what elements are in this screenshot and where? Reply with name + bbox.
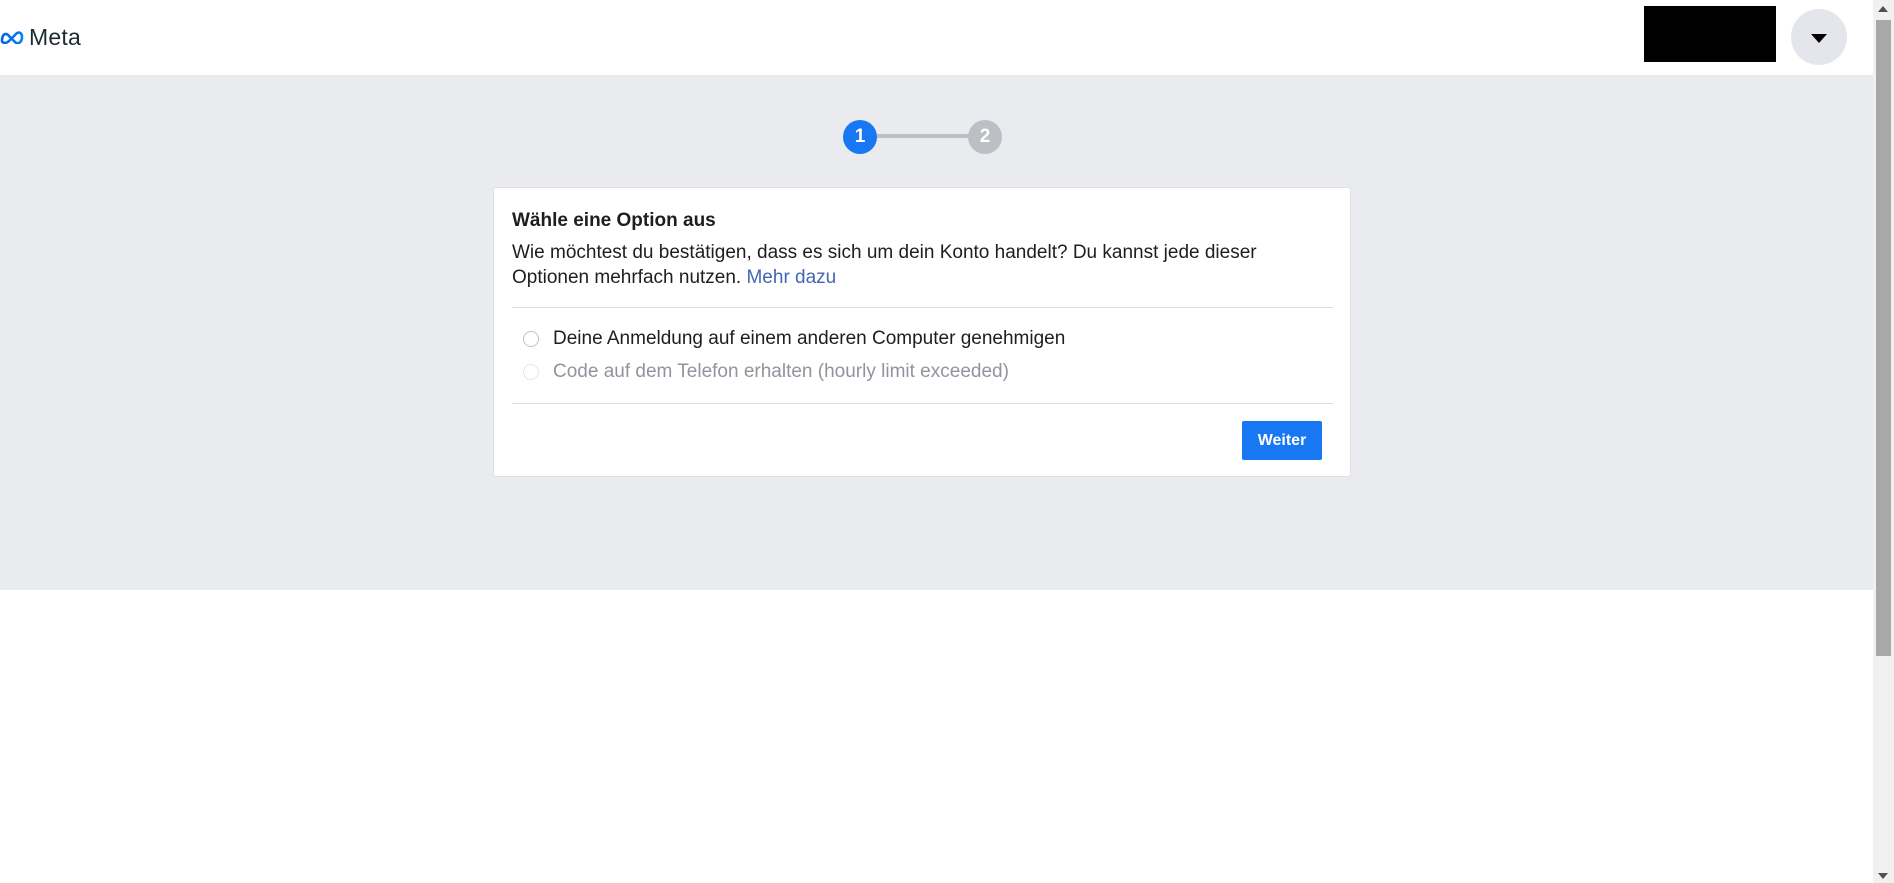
card-title: Wähle eine Option aus (512, 210, 716, 231)
top-bar: Meta (0, 0, 1873, 75)
card-description: Wie möchtest du bestätigen, dass es sich… (512, 240, 1312, 290)
step-2-indicator: 2 (968, 120, 1002, 154)
radio-phone-code (523, 364, 539, 380)
divider-bottom (512, 403, 1333, 404)
account-menu-button[interactable] (1791, 9, 1847, 65)
continue-button[interactable]: Weiter (1242, 421, 1322, 460)
caret-down-icon (1811, 34, 1827, 43)
radio-approve-login[interactable] (523, 331, 539, 347)
divider-top (512, 307, 1333, 308)
scroll-up-arrow-icon[interactable] (1878, 6, 1888, 12)
meta-logo[interactable]: Meta (0, 24, 81, 50)
learn-more-link[interactable]: Mehr dazu (746, 267, 836, 288)
account-redacted-block (1644, 6, 1776, 62)
option-phone-code-label: Code auf dem Telefon erhalten (hourly li… (553, 361, 1009, 382)
option-phone-code: Code auf dem Telefon erhalten (hourly li… (523, 361, 1009, 383)
page: Meta 1 2 Wähle eine Option aus Wie möcht… (0, 0, 1894, 883)
description-text: Wie möchtest du bestätigen, dass es sich… (512, 242, 1257, 288)
scroll-down-arrow-icon[interactable] (1878, 873, 1888, 879)
meta-infinity-icon (0, 31, 24, 44)
option-approve-login[interactable]: Deine Anmeldung auf einem anderen Comput… (523, 328, 1065, 350)
step-1-indicator: 1 (843, 120, 877, 154)
logo-text: Meta (29, 23, 81, 50)
vertical-scrollbar[interactable] (1873, 0, 1894, 883)
scroll-thumb[interactable] (1876, 20, 1891, 656)
verification-card: Wähle eine Option aus Wie möchtest du be… (493, 187, 1351, 477)
stepper-connector (875, 134, 971, 138)
option-approve-login-label: Deine Anmeldung auf einem anderen Comput… (553, 328, 1066, 349)
